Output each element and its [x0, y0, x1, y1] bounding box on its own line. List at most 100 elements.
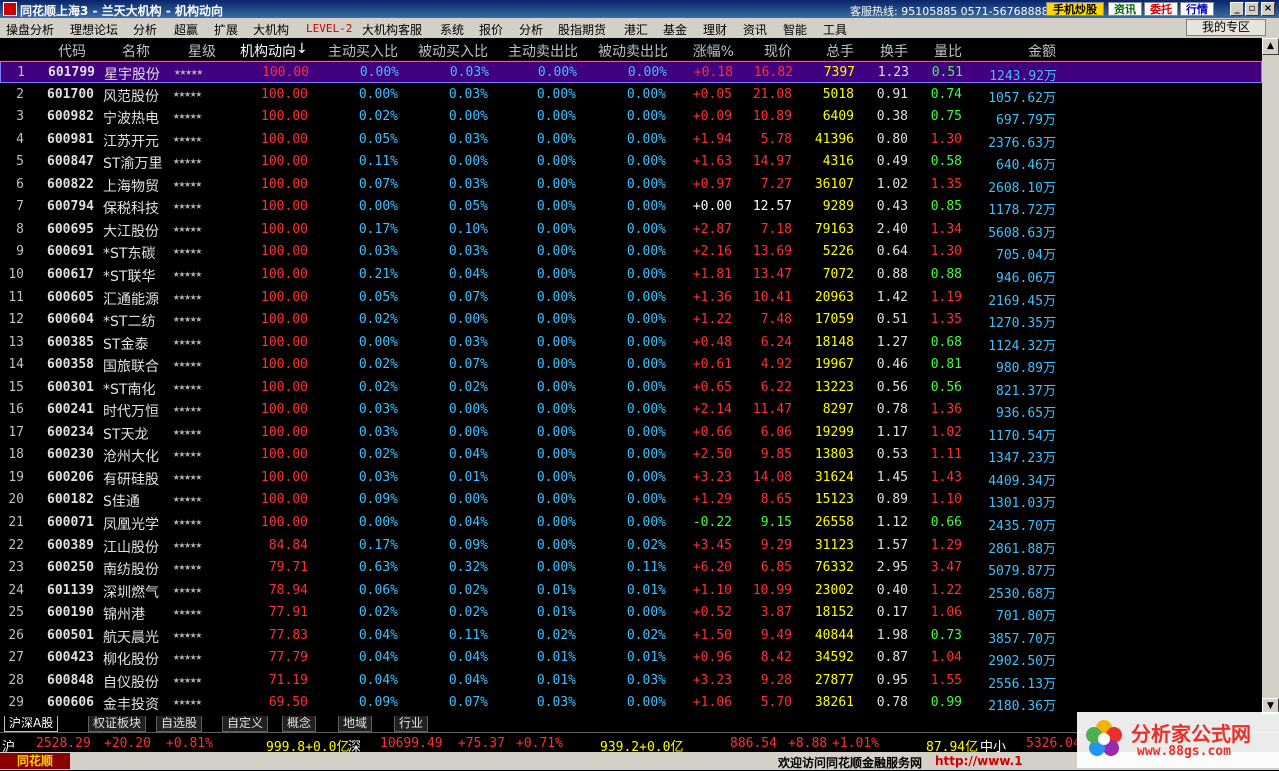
tab-hs-a-share[interactable]: 沪深A股: [4, 716, 59, 732]
table-row[interactable]: 15 600301 *ST南化 ★★★★★ 100.00 0.02% 0.02% 0.00% 0…: [0, 377, 1262, 399]
trust-button[interactable]: 委托: [1144, 2, 1178, 16]
passive-sell-ratio: 0.00%: [627, 65, 667, 80]
menu-item-big-institution[interactable]: 大机构: [253, 21, 289, 38]
turnover: 0.87: [876, 650, 908, 666]
table-row[interactable]: 3 600982 宁波热电 ★★★★★ 100.00 0.02% 0.00% 0.00% 0.0…: [0, 106, 1262, 128]
col-header-jgdx[interactable]: 机构动向: [232, 41, 296, 61]
volume-ratio: 0.68: [930, 334, 962, 350]
turnover: 0.89: [876, 492, 908, 508]
table-row[interactable]: 14 600358 国旅联合 ★★★★★ 100.00 0.02% 0.07% 0.00% 0.…: [0, 354, 1262, 376]
table-row[interactable]: 10 600617 *ST联华 ★★★★★ 100.00 0.21% 0.04% 0.00% 0…: [0, 264, 1262, 286]
menu-item-trade-analysis[interactable]: 操盘分析: [6, 21, 54, 38]
amount: 640.46万: [996, 158, 1056, 174]
menu-item-news[interactable]: 资讯: [743, 21, 767, 38]
table-row[interactable]: 17 600234 ST天龙 ★★★★★ 100.00 0.03% 0.00% 0.00% 0.…: [0, 422, 1262, 444]
table-row[interactable]: 11 600605 汇通能源 ★★★★★ 100.00 0.05% 0.07% 0.00% 0.…: [0, 287, 1262, 309]
table-row[interactable]: 27 600423 柳化股份 ★★★★★ 77.79 0.04% 0.04% 0.01% 0.0…: [0, 647, 1262, 669]
menu-item-quote[interactable]: 报价: [479, 21, 503, 38]
app-icon: [3, 2, 17, 16]
tab-region[interactable]: 地域: [338, 716, 373, 732]
table-row[interactable]: 7 600794 保税科技 ★★★★★ 100.00 0.00% 0.05% 0.00% 0.0…: [0, 196, 1262, 218]
menu-item-analysis[interactable]: 分析: [133, 21, 157, 38]
menu-item-big-inst-service[interactable]: 大机构客服: [362, 21, 422, 38]
table-row[interactable]: 8 600695 大江股份 ★★★★★ 100.00 0.17% 0.10% 0.00% 0.0…: [0, 219, 1262, 241]
table-row[interactable]: 28 600848 自仪股份 ★★★★★ 71.19 0.04% 0.04% 0.01% 0.0…: [0, 670, 1262, 692]
active-buy-ratio: 0.02%: [358, 357, 398, 373]
table-row[interactable]: 18 600230 沧州大化 ★★★★★ 100.00 0.02% 0.04% 0.00% 0.…: [0, 444, 1262, 466]
amount: 3857.70万: [988, 631, 1056, 647]
col-header-lb[interactable]: 量比: [926, 41, 962, 61]
table-row[interactable]: 24 601139 深圳燃气 ★★★★★ 78.94 0.06% 0.02% 0.01% 0.0…: [0, 580, 1262, 602]
tab-warrants[interactable]: 权证板块: [88, 716, 147, 732]
col-header-code[interactable]: 代码: [50, 41, 86, 61]
star-rating: ★★★★★: [173, 109, 202, 123]
current-price: 11.47: [752, 402, 792, 418]
table-row[interactable]: 22 600389 江山股份 ★★★★★ 84.84 0.17% 0.09% 0.00% 0.0…: [0, 535, 1262, 557]
passive-buy-ratio: 0.00%: [448, 109, 488, 125]
menu-item-fund[interactable]: 基金: [663, 21, 687, 38]
active-buy-ratio: 0.02%: [358, 109, 398, 125]
minimize-icon[interactable]: _: [1230, 2, 1244, 16]
table-row[interactable]: 6 600822 上海物贸 ★★★★★ 100.00 0.07% 0.03% 0.00% 0.0…: [0, 174, 1262, 196]
table-row[interactable]: 4 600981 江苏开元 ★★★★★ 100.00 0.05% 0.03% 0.00% 0.0…: [0, 129, 1262, 151]
col-header-zf[interactable]: 涨幅%: [684, 41, 734, 61]
active-buy-ratio: 0.03%: [358, 244, 398, 260]
tab-industry[interactable]: 行业: [394, 716, 429, 732]
table-row[interactable]: 13 600385 ST金泰 ★★★★★ 100.00 0.00% 0.03% 0.00% 0.…: [0, 332, 1262, 354]
menu-item-system[interactable]: 系统: [440, 21, 464, 38]
col-header-hs[interactable]: 换手: [872, 41, 908, 61]
table-row[interactable]: 29 600606 金丰投资 ★★★★★ 69.50 0.09% 0.07% 0.03% 0.0…: [0, 692, 1262, 714]
website-link[interactable]: http://www.1: [935, 754, 1023, 768]
menu-item-analysis-2[interactable]: 分析: [519, 21, 543, 38]
table-row[interactable]: 9 600691 *ST东碳 ★★★★★ 100.00 0.03% 0.03% 0.00% 0.…: [0, 241, 1262, 263]
table-row[interactable]: 19 600206 有研硅股 ★★★★★ 100.00 0.03% 0.01% 0.00% 0.…: [0, 467, 1262, 489]
scroll-up-icon[interactable]: ▲: [1262, 38, 1279, 55]
col-header-zmr[interactable]: 主动买入比: [314, 41, 398, 61]
vertical-scrollbar[interactable]: ▲ ▼: [1262, 38, 1279, 715]
col-header-name[interactable]: 名称: [114, 41, 150, 61]
info-button[interactable]: 资讯: [1108, 2, 1142, 16]
menu-item-level2[interactable]: LEVEL-2: [306, 22, 352, 35]
col-header-zmc[interactable]: 主动卖出比: [494, 41, 578, 61]
mobile-trade-button[interactable]: 手机炒股: [1046, 2, 1104, 16]
total-volume: 34592: [814, 650, 854, 666]
table-row[interactable]: 2 601700 风范股份 ★★★★★ 100.00 0.00% 0.03% 0.00% 0.0…: [0, 84, 1262, 106]
inst-trend-value: 77.79: [268, 650, 308, 666]
stock-table: 代码 名称 星级 机构动向 ↓ 主动买入比 被动买入比 主动卖出比 被动卖出比 …: [0, 38, 1262, 715]
menu-item-chaoying[interactable]: 超赢: [174, 21, 198, 38]
col-header-bmc[interactable]: 被动卖出比: [584, 41, 668, 61]
menu-item-tools[interactable]: 工具: [823, 21, 847, 38]
menu-item-extend[interactable]: 扩展: [214, 21, 238, 38]
table-row[interactable]: 12 600604 *ST二纺 ★★★★★ 100.00 0.02% 0.00% 0.00% 0…: [0, 309, 1262, 331]
table-row[interactable]: 23 600250 南纺股份 ★★★★★ 79.71 0.63% 0.32% 0.00% 0.1…: [0, 557, 1262, 579]
table-row[interactable]: 20 600182 S佳通 ★★★★★ 100.00 0.09% 0.00% 0.00% 0.0…: [0, 489, 1262, 511]
close-icon[interactable]: ×: [1261, 2, 1275, 16]
volume-ratio: 1.02: [930, 424, 962, 440]
menu-item-smart[interactable]: 智能: [783, 21, 807, 38]
table-row[interactable]: 16 600241 时代万恒 ★★★★★ 100.00 0.03% 0.00% 0.00% 0.…: [0, 399, 1262, 421]
table-row[interactable]: 25 600190 锦州港 ★★★★★ 77.91 0.02% 0.02% 0.01% 0.00…: [0, 602, 1262, 624]
menu-item-forum[interactable]: 理想论坛: [70, 21, 118, 38]
passive-buy-ratio: 0.03%: [448, 244, 488, 260]
restore-icon[interactable]: ▫: [1245, 2, 1259, 16]
menu-item-index-futures[interactable]: 股指期货: [558, 21, 606, 38]
amount: 2556.13万: [988, 676, 1056, 692]
tab-concept[interactable]: 概念: [282, 716, 317, 732]
my-zone-button[interactable]: 我的专区: [1186, 19, 1266, 36]
col-header-xj[interactable]: 现价: [756, 41, 792, 61]
col-header-je[interactable]: 金额: [1020, 41, 1056, 61]
table-row[interactable]: 26 600501 航天晨光 ★★★★★ 77.83 0.04% 0.11% 0.02% 0.0…: [0, 625, 1262, 647]
quote-button[interactable]: 行情: [1180, 2, 1214, 16]
table-row[interactable]: 5 600847 ST渝万里 ★★★★★ 100.00 0.11% 0.00% 0.00% 0.…: [0, 151, 1262, 173]
table-row[interactable]: 21 600071 凤凰光学 ★★★★★ 100.00 0.00% 0.04% 0.00% 0.…: [0, 512, 1262, 534]
col-header-zs[interactable]: 总手: [818, 41, 854, 61]
col-header-bmr[interactable]: 被动买入比: [404, 41, 488, 61]
tab-watchlist[interactable]: 自选股: [156, 716, 203, 732]
table-row[interactable]: 1 601799 星宇股份 ★★★★★ 100.00 0.00% 0.03% 0.00% 0.0…: [0, 61, 1262, 84]
col-header-star[interactable]: 星级: [180, 41, 216, 61]
volume-ratio: 0.99: [930, 695, 962, 711]
tab-custom[interactable]: 自定义: [222, 716, 269, 732]
menu-item-finance[interactable]: 理财: [703, 21, 727, 38]
change-pct: +0.18: [693, 65, 733, 80]
menu-item-hk[interactable]: 港汇: [624, 21, 648, 38]
